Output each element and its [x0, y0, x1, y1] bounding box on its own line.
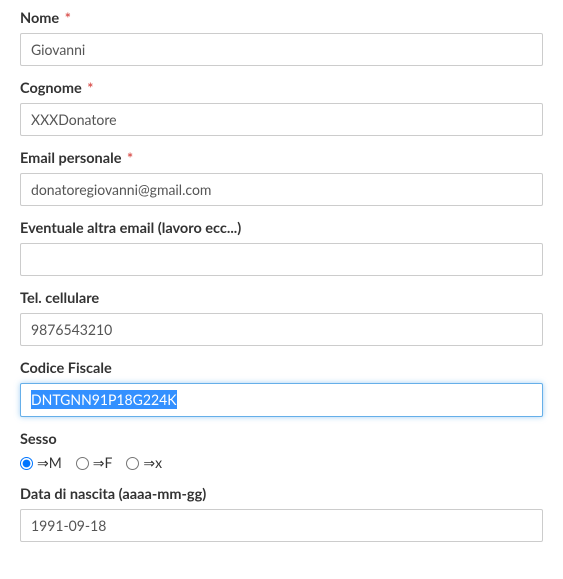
radio-x[interactable] [126, 457, 139, 470]
field-altra-email: Eventuale altra email (lavoro ecc...) [20, 220, 543, 276]
label-email-text: Email personale [20, 150, 121, 167]
input-cf-selection: DNTGNN91P18G224K [31, 390, 177, 409]
field-sesso: Sesso ⇒M ⇒F ⇒x [20, 431, 543, 472]
label-cf: Codice Fiscale [20, 360, 543, 377]
radio-f-label: ⇒F [93, 454, 113, 472]
input-email[interactable] [20, 173, 543, 206]
radio-m[interactable] [20, 457, 33, 470]
radio-group-sesso: ⇒M ⇒F ⇒x [20, 454, 543, 472]
label-altra-email-text: Eventuale altra email (lavoro ecc...) [20, 220, 241, 237]
input-cognome[interactable] [20, 103, 543, 136]
required-marker: * [127, 150, 133, 167]
field-cf: Codice Fiscale DNTGNN91P18G224K [20, 360, 543, 417]
field-dob: Data di nascita (aaaa-mm-gg) [20, 486, 543, 542]
input-nome[interactable] [20, 33, 543, 66]
radio-item-m[interactable]: ⇒M [20, 454, 62, 472]
label-cognome-text: Cognome [20, 80, 82, 97]
field-nome: Nome * [20, 10, 543, 66]
label-sesso: Sesso [20, 431, 543, 448]
label-altra-email: Eventuale altra email (lavoro ecc...) [20, 220, 543, 237]
label-email: Email personale * [20, 150, 543, 167]
label-tel-text: Tel. cellulare [20, 290, 99, 307]
required-marker: * [65, 10, 71, 27]
input-tel[interactable] [20, 313, 543, 346]
label-dob-text: Data di nascita (aaaa-mm-gg) [20, 486, 206, 503]
input-dob[interactable] [20, 509, 543, 542]
label-sesso-text: Sesso [20, 431, 57, 448]
field-cognome: Cognome * [20, 80, 543, 136]
field-tel: Tel. cellulare [20, 290, 543, 346]
field-email: Email personale * [20, 150, 543, 206]
label-tel: Tel. cellulare [20, 290, 543, 307]
label-nome: Nome * [20, 10, 543, 27]
input-altra-email[interactable] [20, 243, 543, 276]
label-nome-text: Nome [20, 10, 59, 27]
input-cf[interactable]: DNTGNN91P18G224K [20, 383, 543, 417]
radio-m-label: ⇒M [37, 454, 62, 472]
label-cognome: Cognome * [20, 80, 543, 97]
radio-item-f[interactable]: ⇒F [76, 454, 113, 472]
required-marker: * [87, 80, 93, 97]
radio-x-label: ⇒x [143, 454, 162, 472]
radio-item-x[interactable]: ⇒x [126, 454, 162, 472]
label-cf-text: Codice Fiscale [20, 360, 112, 377]
radio-f[interactable] [76, 457, 89, 470]
label-dob: Data di nascita (aaaa-mm-gg) [20, 486, 543, 503]
